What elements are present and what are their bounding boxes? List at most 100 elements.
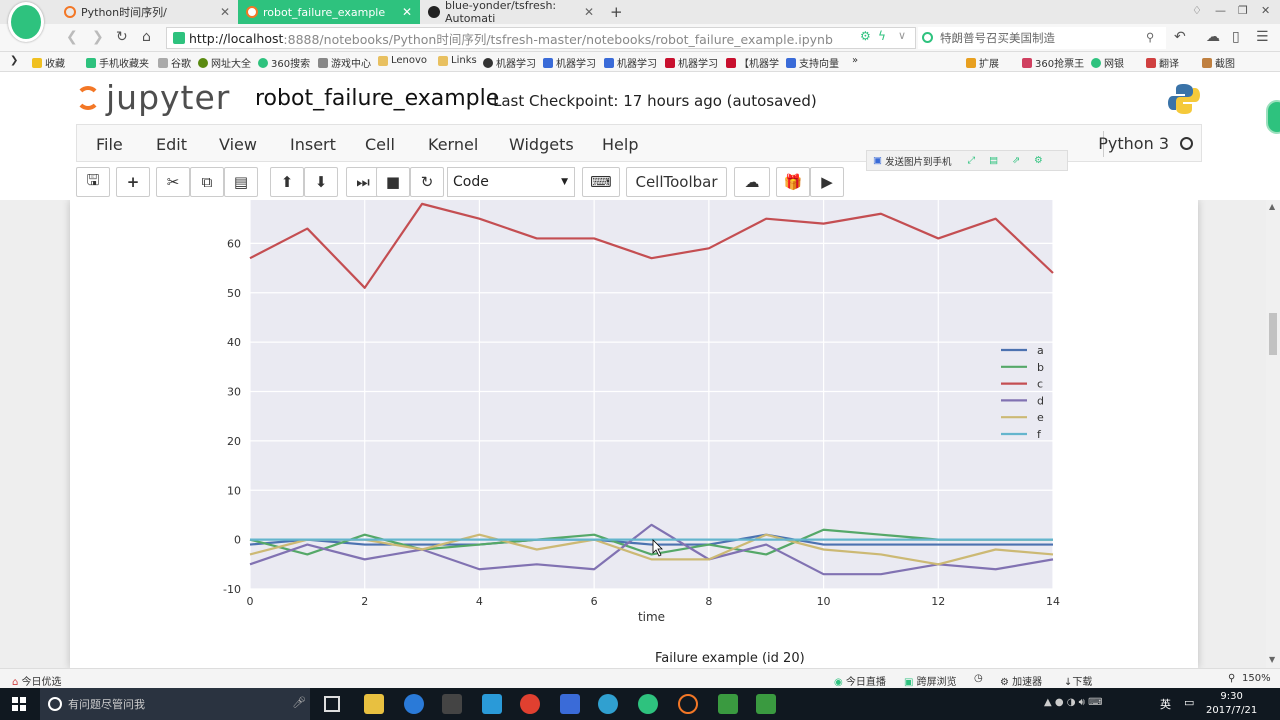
accelerator-link[interactable]: ⚙ 加速器	[1000, 673, 1042, 688]
jupyter-logo[interactable]: jupyter	[76, 78, 230, 117]
bookmark-item[interactable]: 网址大全	[198, 55, 251, 70]
mobile-icon[interactable]: ▯	[1232, 29, 1240, 45]
app-icon[interactable]	[482, 694, 502, 714]
close-tab-icon[interactable]: ✕	[584, 5, 594, 19]
bookmark-item[interactable]: 支持向量	[786, 55, 839, 70]
store-icon[interactable]	[442, 694, 462, 714]
cut-button[interactable]: ✂	[156, 167, 190, 197]
address-bar[interactable]: http://localhost :8888/notebooks/Python时…	[166, 27, 916, 49]
speed-ball-widget[interactable]	[1266, 100, 1280, 134]
browser-logo-icon[interactable]	[8, 2, 44, 42]
celltoolbar-button[interactable]: CellToolbar	[626, 167, 727, 197]
dropdown-icon[interactable]: ∨	[898, 29, 906, 42]
bookmark-item[interactable]: 手机收藏夹	[86, 55, 149, 70]
start-button[interactable]	[12, 697, 26, 711]
notification-icon[interactable]: ▭	[1184, 696, 1194, 709]
ime-indicator[interactable]: 英	[1160, 696, 1171, 712]
restore-icon[interactable]: ❐	[1238, 4, 1248, 17]
sogou-icon[interactable]	[598, 694, 618, 714]
tab-robot-failure-example[interactable]: robot_failure_example ✕	[238, 0, 420, 24]
tray-icons[interactable]: ▲ ● ◑ 🔊︎ ⌨	[1044, 697, 1103, 708]
gift-button[interactable]: 🎁	[776, 167, 810, 197]
notebook-name[interactable]: robot_failure_example	[255, 86, 499, 111]
present-button[interactable]: ▶	[810, 167, 844, 197]
minimize-icon[interactable]: —	[1215, 4, 1226, 17]
scroll-down-icon[interactable]: ▼	[1269, 655, 1275, 664]
menu-file[interactable]: File	[96, 135, 123, 154]
scroll-up-icon[interactable]: ▲	[1269, 202, 1275, 211]
browser-taskbar-icon[interactable]	[638, 694, 658, 714]
bookmark-item[interactable]: 翻译	[1146, 55, 1179, 70]
camtasia-icon[interactable]	[718, 694, 738, 714]
save-button[interactable]: 🖫	[76, 167, 110, 197]
close-tab-icon[interactable]: ✕	[402, 5, 412, 19]
tab-python-timeseries[interactable]: Python时间序列/ ✕	[56, 0, 238, 24]
bookmark-item[interactable]: 扩展	[966, 55, 999, 70]
microphone-icon[interactable]: 🎤︎	[292, 696, 306, 709]
home-icon[interactable]: ⌂	[142, 29, 151, 45]
close-tab-icon[interactable]: ✕	[220, 5, 230, 19]
reload-icon[interactable]: ↻	[116, 29, 128, 45]
today-picks-link[interactable]: ⌂ 今日优选	[12, 673, 62, 688]
move-down-button[interactable]: ⬇	[304, 167, 338, 197]
download-link[interactable]: ↓下载	[1064, 673, 1092, 688]
lightning-icon[interactable]: ϟ	[878, 29, 886, 43]
undo-icon[interactable]: ↶	[1174, 29, 1186, 45]
bookmark-item[interactable]: 收藏	[32, 55, 65, 70]
live-today-link[interactable]: ◉ 今日直播	[834, 673, 886, 688]
new-tab-button[interactable]: +	[610, 3, 623, 21]
forward-icon[interactable]: ❯	[92, 29, 104, 45]
menu-help[interactable]: Help	[602, 135, 638, 154]
menu-widgets[interactable]: Widgets	[509, 135, 574, 154]
restart-button[interactable]: ↻	[410, 167, 444, 197]
system-clock[interactable]: 9:30 2017/7/21	[1206, 690, 1257, 718]
bookmark-item[interactable]: 机器学习	[665, 55, 718, 70]
bookmark-item[interactable]: 机器学习	[483, 55, 536, 70]
move-up-button[interactable]: ⬆	[270, 167, 304, 197]
menu-insert[interactable]: Insert	[290, 135, 336, 154]
more-bookmarks-icon[interactable]: »	[852, 55, 858, 66]
cloud-icon[interactable]: ☁	[1206, 29, 1220, 45]
task-view-icon[interactable]	[324, 696, 340, 712]
settings-icon[interactable]: ⚙	[860, 29, 871, 43]
menu-edit[interactable]: Edit	[156, 135, 187, 154]
run-cell-button[interactable]: ⏭	[346, 167, 380, 197]
bookmark-item[interactable]: 谷歌	[158, 55, 191, 70]
bookmark-item[interactable]: 360搜索	[258, 55, 310, 70]
bookmark-item[interactable]: 【机器学	[726, 55, 779, 70]
upload-button[interactable]: ☁	[734, 167, 770, 197]
vs-icon[interactable]	[560, 694, 580, 714]
bookmark-item[interactable]: 360抢票王	[1022, 55, 1084, 70]
edge-icon[interactable]	[404, 694, 424, 714]
cross-screen-link[interactable]: ▣ 跨屏浏览	[904, 673, 957, 688]
page-scrollbar[interactable]: ▲ ▼	[1266, 200, 1280, 668]
paste-button[interactable]: ▤	[224, 167, 258, 197]
back-icon[interactable]: ❮	[66, 29, 78, 45]
menu-icon[interactable]: ☰	[1256, 29, 1269, 45]
bookmark-item[interactable]: Links	[438, 55, 477, 66]
camtasia-recorder-icon[interactable]	[756, 694, 776, 714]
cell-type-select[interactable]: Code ▼	[447, 167, 575, 197]
history-icon[interactable]: ◷	[974, 673, 983, 684]
copy-button[interactable]: ⧉	[190, 167, 224, 197]
insert-cell-button[interactable]: +	[116, 167, 150, 197]
tab-github-tsfresh[interactable]: blue-yonder/tsfresh: Automati ✕	[420, 0, 602, 25]
zoom-level[interactable]: 150%	[1242, 673, 1271, 684]
bookmark-item[interactable]: Lenovo	[378, 55, 427, 66]
cortana-search[interactable]: 有问题尽管问我 🎤︎	[40, 688, 310, 720]
search-input[interactable]: 特朗普号召买美国制造 ⚲	[918, 27, 1166, 49]
skin-icon[interactable]: ♢	[1192, 4, 1202, 17]
search-icon[interactable]: ⚲	[1146, 30, 1154, 44]
bookmark-item[interactable]: 网银	[1091, 55, 1124, 70]
interrupt-button[interactable]: ■	[376, 167, 410, 197]
bookmark-item[interactable]: 截图	[1202, 55, 1235, 70]
menu-view[interactable]: View	[219, 135, 257, 154]
kernel-name[interactable]: Python 3	[1098, 134, 1169, 153]
scrollbar-thumb[interactable]	[1269, 313, 1277, 355]
close-window-icon[interactable]: ✕	[1261, 4, 1270, 17]
menu-cell[interactable]: Cell	[365, 135, 395, 154]
menu-kernel[interactable]: Kernel	[428, 135, 478, 154]
bookmark-item[interactable]: 机器学习	[604, 55, 657, 70]
bookmark-item[interactable]: 游戏中心	[318, 55, 371, 70]
command-palette-button[interactable]: ⌨	[582, 167, 620, 197]
